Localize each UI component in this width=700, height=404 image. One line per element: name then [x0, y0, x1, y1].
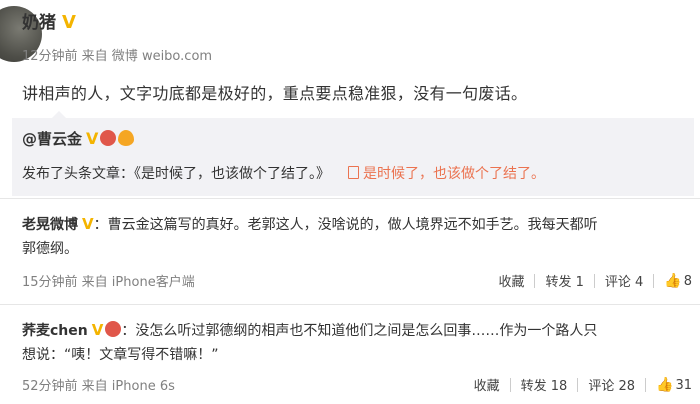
verified-icon: V [91, 321, 104, 339]
repost-button[interactable]: 转发 1 [545, 271, 583, 290]
post-meta: 12分钟前 来自 微博 weibo.com [22, 49, 213, 64]
comment-text-line2: 想说：“咦！文章写得不错嘛！” [22, 347, 219, 363]
repost-button[interactable]: 转发 18 [521, 375, 568, 394]
divider [0, 198, 700, 199]
article-link-label: 是时候了，也该做个了结了。 [363, 166, 545, 182]
balloon-badge-icon [118, 130, 135, 146]
comment-text: 老晃微博 V：曹云金这篇写的真好。老郭这人，没啥说的，做人境界远不如手艺。我每天都… [22, 212, 692, 237]
action-separator [577, 377, 579, 392]
comment-text-line1: ：没怎么听过郭德纲的相声也不知道他们之间是怎么回事……作为一个路人只 [121, 323, 598, 339]
repost-text: 发布了头条文章：《是时候了，也该做个了结了。》 是时候了，也该做个了结了。 [22, 163, 545, 183]
repost-author-name[interactable]: @曹云金 [22, 130, 82, 148]
comment-meta: 52分钟前 来自 iPhone 6s [22, 379, 175, 394]
verified-icon: V [86, 129, 99, 148]
fan-badge-icon [100, 130, 117, 146]
comment-actions: 收藏 转发 18 评论 28 👍 31 [474, 375, 692, 395]
thumbs-up-icon: 👍 [664, 272, 682, 289]
thumbs-up-icon: 👍 [656, 376, 674, 393]
comment-meta: 15分钟前 来自 iPhone客户端 [22, 275, 195, 290]
action-separator [645, 377, 647, 392]
repost-author: @曹云金 V [22, 128, 135, 149]
comment-button[interactable]: 评论 4 [605, 271, 643, 290]
article-icon [348, 166, 359, 179]
action-separator [593, 273, 595, 288]
comment-text-line2: 郭德纲。 [22, 241, 78, 257]
fan-badge-icon [105, 321, 122, 337]
article-link[interactable]: 是时候了，也该做个了结了。 [348, 166, 545, 182]
like-count: 8 [683, 273, 692, 289]
comment-item: 老晃微博 V：曹云金这篇写的真好。老郭这人，没啥说的，做人境界远不如手艺。我每天都… [22, 212, 692, 295]
like-button[interactable]: 👍 31 [656, 377, 692, 393]
like-count: 31 [675, 377, 692, 393]
comment-author[interactable]: 老晃微博 [22, 217, 78, 233]
verified-icon: V [62, 12, 76, 33]
action-separator [653, 273, 655, 288]
fav-button[interactable]: 收藏 [498, 271, 524, 290]
post-author: 奶猪 V [22, 8, 76, 33]
comment-button[interactable]: 评论 28 [588, 375, 635, 394]
like-button[interactable]: 👍 8 [664, 273, 692, 289]
fav-button[interactable]: 收藏 [474, 375, 500, 394]
post-text: 讲相声的人，文字功底都是极好的，重点要点稳准狠，没有一句废话。 [22, 84, 528, 103]
action-separator [509, 377, 511, 392]
comment-text-line1: ：曹云金这篇写的真好。老郭这人，没啥说的，做人境界远不如手艺。我每天都听 [93, 217, 598, 233]
repost-body: 发布了头条文章：《是时候了，也该做个了结了。》 [22, 166, 330, 182]
comment-author[interactable]: 荞麦chen [22, 323, 88, 339]
repost-arrow [52, 111, 66, 118]
verified-icon: V [82, 215, 94, 233]
divider [0, 304, 700, 305]
post-author-name[interactable]: 奶猪 [22, 13, 56, 33]
comment-text: 荞麦chen V ：没怎么听过郭德纲的相声也不知道他们之间是怎么回事……作为一个路人… [22, 318, 692, 343]
comment-item: 荞麦chen V ：没怎么听过郭德纲的相声也不知道他们之间是怎么回事……作为一个路人… [22, 318, 692, 399]
comment-actions: 收藏 转发 1 评论 4 👍 8 [498, 271, 692, 291]
repost-box: @曹云金 V 发布了头条文章：《是时候了，也该做个了结了。》 是时候了，也该做个了结… [12, 111, 694, 196]
action-separator [534, 273, 536, 288]
